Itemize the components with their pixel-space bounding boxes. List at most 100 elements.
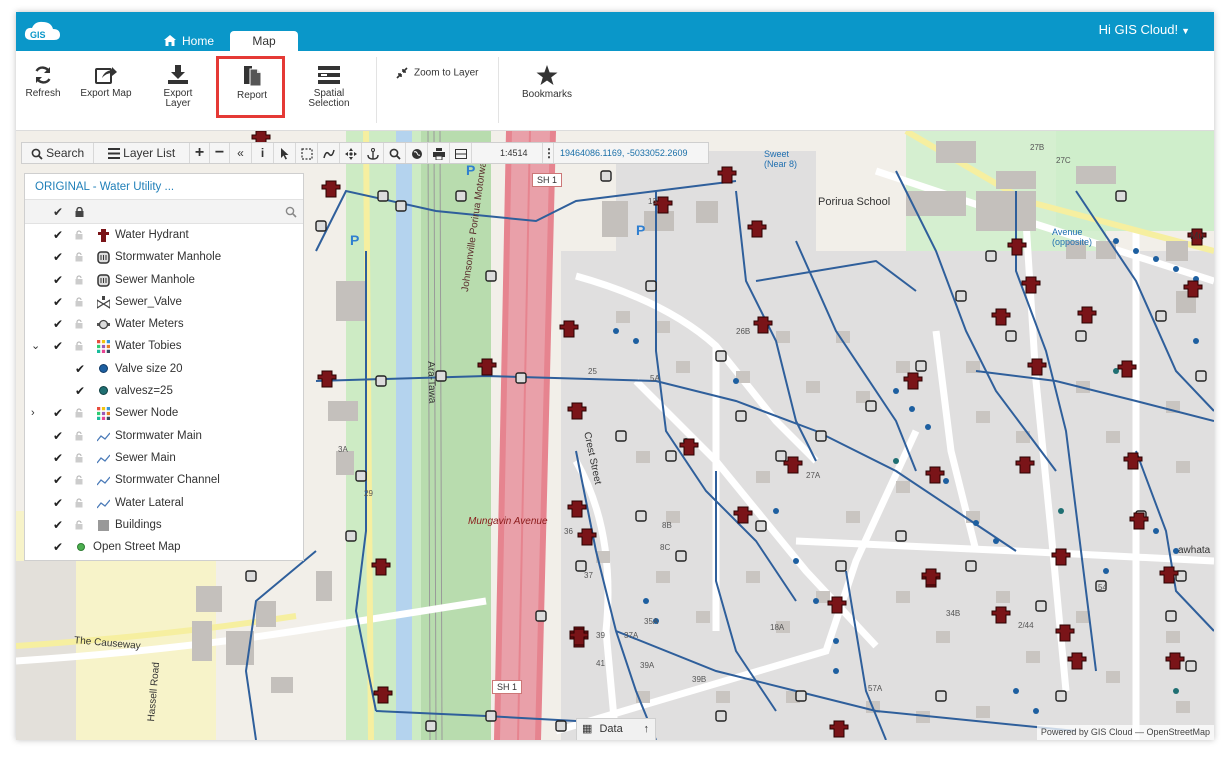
layer-name: Open Street Map [93,541,181,554]
globe-button[interactable] [406,143,428,163]
check-icon[interactable]: ✔ [53,269,63,291]
export-layer-label-2: Layer [165,98,191,109]
unlock-icon[interactable] [75,431,83,441]
check-icon[interactable]: ✔ [75,380,85,402]
school-label: Porirua School [818,196,891,208]
layer-list-button[interactable]: Layer List [94,143,190,163]
line-icon [97,476,110,486]
square-icon [98,519,109,531]
gis-cloud-logo[interactable]: GIS [22,18,64,46]
tab-home[interactable]: Home [164,31,230,51]
unlock-icon[interactable] [75,520,83,530]
more-options-button[interactable]: ⋮ [542,143,555,163]
arrow-up-icon[interactable]: ↑ [644,719,650,739]
check-icon[interactable]: ✔ [53,402,63,424]
layer-row-water-tobies[interactable]: ⌄ ✔ Water Tobies [25,335,303,357]
layer-row-stormwater-main[interactable]: ✔ Stormwater Main [25,425,303,447]
draw-button[interactable] [318,143,340,163]
unlock-icon[interactable] [75,230,83,240]
map-canvas[interactable]: PPP SH 1 SH 1 Johnsonville Porirua Motor… [16,131,1214,740]
line-icon [97,454,110,464]
layer-row-sewer-node[interactable]: › ✔ Sewer Node [25,402,303,424]
check-icon[interactable]: ✔ [53,291,63,313]
layer-row-buildings[interactable]: ✔ Buildings [25,514,303,536]
search-button[interactable]: Search [22,143,94,163]
unlock-icon[interactable] [75,252,83,262]
layer-panel-title[interactable]: ORIGINAL - Water Utility ... [25,174,303,200]
check-icon[interactable]: ✔ [53,425,63,447]
refresh-icon [35,66,51,84]
layer-row-stormwater-channel[interactable]: ✔ Stormwater Channel [25,469,303,491]
layer-row-water-meters[interactable]: ✔ Water Meters [25,313,303,335]
unlock-icon[interactable] [75,341,83,351]
multicolor-grid-icon [97,407,110,421]
layer-row-water-hydrant[interactable]: ✔ Water Hydrant [25,224,303,246]
scalebar-button[interactable] [450,143,472,163]
check-icon[interactable]: ✔ [53,492,63,514]
tab-map[interactable]: Map [230,31,298,51]
chevron-right-icon[interactable]: › [31,402,41,424]
anchor-button[interactable] [362,143,384,163]
unlock-icon[interactable] [75,453,83,463]
ribbon-toolbar: Refresh Export Map Export Layer Report S… [16,51,1214,131]
spatial-selection-button[interactable]: Spatial Selection [298,51,360,131]
pan-button[interactable] [340,143,362,163]
print-button[interactable] [428,143,450,163]
layer-name: Sewer_Valve [115,295,182,308]
layer-row-stormwater-manhole[interactable]: ✔ Stormwater Manhole [25,246,303,268]
layer-row-water-lateral[interactable]: ✔ Water Lateral [25,492,303,514]
layer-name: Water Hydrant [115,229,189,241]
check-icon[interactable]: ✔ [53,313,63,335]
layer-name: Water Meters [115,318,184,331]
unlock-icon[interactable] [75,319,83,329]
export-map-button[interactable]: Export Map [76,51,136,131]
zoom-to-layer-button[interactable]: Zoom to Layer [396,67,478,79]
data-tab[interactable]: ▦ Data ↑ [576,718,656,740]
layer-panel-header: ✔ [25,200,303,224]
bookmarks-button[interactable]: Bookmarks [516,51,578,131]
house-number: 13 [648,197,657,206]
check-all-icon[interactable]: ✔ [53,205,63,219]
house-number: 41 [596,659,605,668]
house-number: 37 [584,571,593,580]
zoom-in-button[interactable]: + [190,143,210,163]
check-icon[interactable]: ✔ [53,469,63,491]
layer-row-open-street-map[interactable]: ✔ Open Street Map [25,536,303,558]
lock-icon[interactable] [75,207,84,217]
unlock-icon[interactable] [75,275,83,285]
house-number: 27B [1030,143,1045,152]
check-icon[interactable]: ✔ [53,536,63,558]
check-icon[interactable]: ✔ [53,447,63,469]
user-menu[interactable]: Hi GIS Cloud! ▼ [1099,22,1190,37]
check-icon[interactable]: ✔ [75,358,85,380]
layer-name: Stormwater Main [115,429,202,442]
layer-row-sewer-manhole[interactable]: ✔ Sewer Manhole [25,269,303,291]
zoom-out-button[interactable]: − [210,143,230,163]
layer-name: Stormwater Channel [115,474,220,487]
zoom-search-icon[interactable] [285,206,297,218]
globe-icon [411,148,422,159]
check-icon[interactable]: ✔ [53,224,63,246]
box-select-button[interactable] [296,143,318,163]
collapse-button[interactable]: « [230,143,252,163]
layer-row-sewer-main[interactable]: ✔ Sewer Main [25,447,303,469]
sh1-shield-bottom: SH 1 [492,680,522,694]
check-icon[interactable]: ✔ [53,246,63,268]
unlock-icon[interactable] [75,475,83,485]
map-attribution: Powered by GIS Cloud — OpenStreetMap [1036,725,1214,740]
layer-row-valvesz-25[interactable]: ✔ valvesz=25 [25,380,303,402]
unlock-icon[interactable] [75,297,83,307]
check-icon[interactable]: ✔ [53,514,63,536]
select-button[interactable] [274,143,296,163]
chevron-down-icon[interactable]: ⌄ [31,335,41,357]
layer-row-valve-size-20[interactable]: ✔ Valve size 20 [25,358,303,380]
zoom-tool-button[interactable] [384,143,406,163]
info-button[interactable]: i [252,143,274,163]
refresh-button[interactable]: Refresh [20,51,66,131]
layer-row-sewer-valve[interactable]: ✔ Sewer_Valve [25,291,303,313]
tab-home-label: Home [182,34,215,48]
unlock-icon[interactable] [75,408,83,418]
check-icon[interactable]: ✔ [53,335,63,357]
export-layer-button[interactable]: Export Layer [152,51,204,131]
unlock-icon[interactable] [75,497,83,508]
